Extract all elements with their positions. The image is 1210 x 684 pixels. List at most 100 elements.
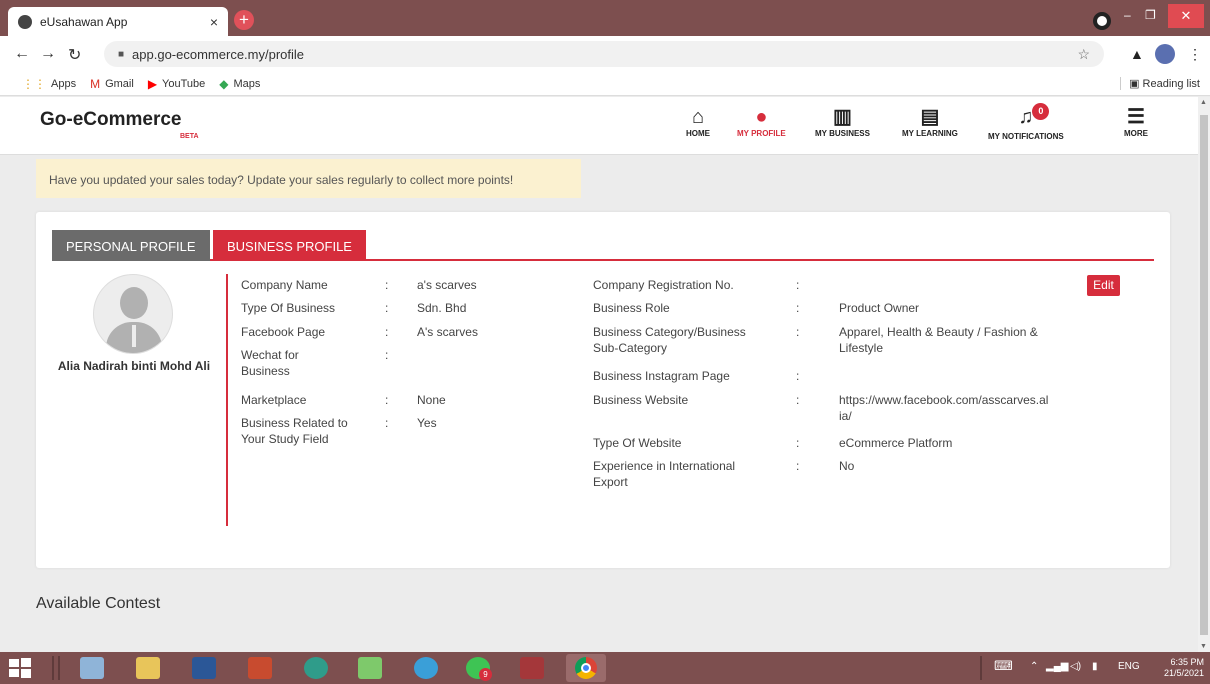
back-icon[interactable]: ←	[14, 45, 30, 63]
field-label-business-related-study: Business Related to Your Study Field	[241, 416, 348, 446]
keyboard-icon[interactable]: ⌨	[994, 658, 1013, 674]
menu-icon: ☰	[1127, 106, 1145, 128]
field-colon: :	[796, 459, 800, 473]
avatar	[93, 274, 173, 354]
beta-label: BETA	[180, 133, 199, 140]
windows-start-icon[interactable]	[8, 657, 34, 679]
available-contest-heading: Available Contest	[36, 595, 161, 612]
scroll-down-icon[interactable]: ▼	[1200, 643, 1207, 650]
tab-close-icon[interactable]: ×	[210, 14, 218, 30]
clock-date: 21/5/2021	[1164, 668, 1205, 678]
nav-my-profile[interactable]: ● MY PROFILE	[737, 105, 786, 138]
window-close-button[interactable]: ✕	[1168, 4, 1204, 28]
field-colon: :	[796, 436, 800, 450]
profile-tabs: PERSONAL PROFILE BUSINESS PROFILE	[52, 230, 1154, 261]
field-colon: :	[796, 301, 800, 315]
field-colon: :	[385, 416, 389, 430]
field-colon: :	[385, 278, 389, 292]
language-indicator[interactable]: ENG	[1118, 661, 1140, 672]
field-value-facebook-page: A's scarves	[417, 325, 478, 339]
forward-icon[interactable]: →	[40, 45, 56, 63]
browser-tab[interactable]: eUsahawan App ×	[8, 7, 228, 36]
snipping-tool-icon[interactable]	[80, 657, 104, 679]
user-name: Alia Nadirah binti Mohd Ali	[57, 359, 211, 373]
field-label-marketplace: Marketplace	[241, 393, 307, 407]
field-label-international-export: Experience in International Export	[593, 459, 736, 489]
photos-icon[interactable]	[358, 657, 382, 679]
word-icon[interactable]	[192, 657, 216, 679]
bookmark-youtube[interactable]: ▶ YouTube	[148, 77, 205, 91]
nav-my-business[interactable]: ▥ MY BUSINESS	[815, 105, 870, 138]
maps-icon: ◆	[219, 76, 229, 91]
bookmark-maps[interactable]: ◆ Maps	[219, 77, 260, 91]
whatsapp-badge: 9	[479, 668, 492, 681]
user-avatar-icon[interactable]	[1155, 44, 1175, 64]
reading-list-button[interactable]: ▣ Reading list	[1120, 77, 1200, 90]
field-colon: :	[385, 325, 389, 339]
field-label-business-website: Business Website	[593, 393, 689, 407]
home-icon: ⌂	[691, 106, 705, 128]
new-tab-button[interactable]: +	[234, 10, 254, 30]
site-favicon-icon	[18, 14, 32, 29]
chrome-taskbar-icon[interactable]	[566, 654, 606, 682]
browser-profile-icon[interactable]	[1093, 12, 1111, 30]
tray-expand-icon[interactable]: ⌃	[1030, 661, 1038, 672]
nav-more[interactable]: ☰ MORE	[1124, 105, 1148, 138]
field-label-business-role: Business Role	[593, 301, 670, 315]
reading-list-icon: ▣	[1129, 78, 1143, 90]
browser-toolbar: ← → ↻ ■ app.go-ecommerce.my/profile ☆ ▲ …	[0, 36, 1210, 72]
site-header: Go-eCommerce BETA ⌂ HOME ● MY PROFILE ▥ …	[0, 97, 1198, 155]
field-value-company-name: a's scarves	[417, 278, 477, 292]
nav-home[interactable]: ⌂ HOME	[686, 105, 710, 138]
field-label-instagram-page: Business Instagram Page	[593, 369, 730, 383]
field-value-type-of-website: eCommerce Platform	[839, 436, 953, 450]
minimize-icon[interactable]: –	[1124, 8, 1131, 22]
profile-card: PERSONAL PROFILE BUSINESS PROFILE Alia N…	[36, 212, 1170, 568]
field-colon: :	[385, 393, 389, 407]
battery-icon[interactable]: ▮	[1092, 661, 1098, 672]
restore-icon[interactable]: ❐	[1145, 8, 1156, 22]
sales-reminder-notice: Have you updated your sales today? Updat…	[36, 159, 581, 198]
system-clock[interactable]: 6:35 PM 21/5/2021	[1164, 657, 1204, 679]
reload-icon[interactable]: ↻	[68, 45, 81, 65]
site-logo[interactable]: Go-eCommerce	[40, 109, 182, 131]
telegram-icon[interactable]	[414, 657, 438, 679]
bookmark-star-icon[interactable]: ☆	[1077, 46, 1090, 63]
whatsapp-icon[interactable]: 9	[466, 657, 492, 681]
gmail-icon: M	[90, 76, 101, 91]
edit-button[interactable]: Edit	[1087, 275, 1120, 296]
nav-my-learning[interactable]: ▤ MY LEARNING	[902, 105, 958, 138]
field-value-business-category: Apparel, Health & Beauty / Fashion & Lif…	[839, 325, 1038, 355]
bell-icon: ♫ 0	[1018, 103, 1050, 129]
profile-divider	[226, 274, 228, 526]
nav-my-notifications[interactable]: ♫ 0 MY NOTIFICATIONS	[988, 103, 1064, 141]
tab-personal-profile[interactable]: PERSONAL PROFILE	[52, 230, 210, 261]
extension-icon[interactable]: ▲	[1130, 46, 1144, 62]
book-icon: ▤	[920, 106, 940, 128]
page-scrollbar[interactable]: ▲ ▼	[1198, 97, 1210, 652]
powerpoint-icon[interactable]	[248, 657, 272, 679]
field-label-company-registration: Company Registration No.	[593, 278, 734, 292]
field-value-business-website[interactable]: https://www.facebook.com/asscarves.alia/	[839, 392, 1051, 424]
bookmarks-bar: ⋮⋮ Apps M Gmail ▶ YouTube ◆ Maps ▣ Reading l…	[0, 72, 1210, 96]
file-explorer-icon[interactable]	[136, 657, 160, 679]
tab-business-profile[interactable]: BUSINESS PROFILE	[213, 230, 366, 261]
field-value-business-related-study: Yes	[417, 416, 437, 430]
address-bar[interactable]: ■ app.go-ecommerce.my/profile ☆	[104, 41, 1104, 67]
access-icon[interactable]	[520, 657, 544, 679]
lock-icon: ■	[118, 48, 125, 60]
url-text: app.go-ecommerce.my/profile	[132, 46, 305, 62]
field-value-business-role: Product Owner	[839, 301, 920, 315]
network-icon[interactable]: ▂▄▆	[1046, 661, 1068, 672]
edge-icon[interactable]	[304, 657, 328, 679]
field-label-type-of-website: Type Of Website	[593, 436, 682, 450]
volume-icon[interactable]: ◁)	[1070, 661, 1081, 672]
scroll-thumb[interactable]	[1200, 115, 1208, 635]
field-label-wechat: Wechat for Business	[241, 348, 299, 378]
clock-time: 6:35 PM	[1170, 657, 1205, 667]
bookmark-apps[interactable]: ⋮⋮ Apps	[22, 77, 76, 91]
scroll-up-icon[interactable]: ▲	[1200, 99, 1207, 106]
field-colon: :	[796, 278, 800, 292]
bookmark-gmail[interactable]: M Gmail	[90, 77, 134, 91]
browser-menu-icon[interactable]: ⋮	[1188, 46, 1202, 63]
